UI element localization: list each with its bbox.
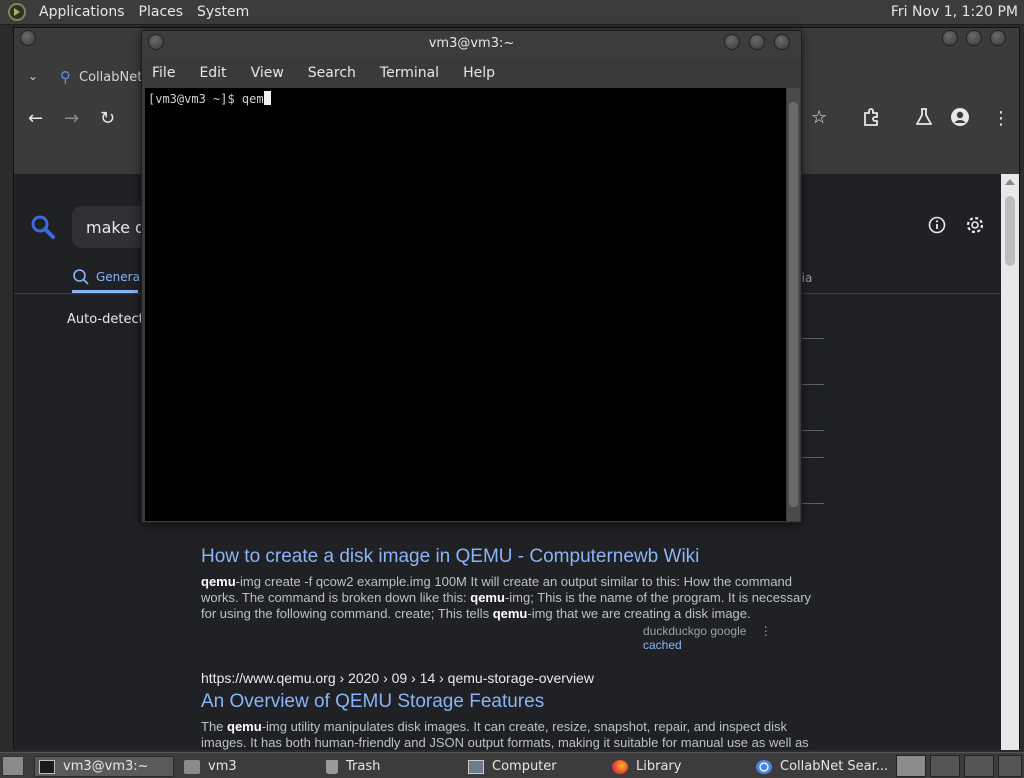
- searx-logo-icon: [30, 214, 56, 244]
- terminal-maximize-button[interactable]: [749, 34, 765, 50]
- forward-arrow-icon[interactable]: →: [64, 108, 79, 129]
- terminal-menu-button[interactable]: [148, 34, 164, 50]
- tab-label: CollabNet: [79, 69, 143, 85]
- terminal-titlebar[interactable]: vm3@vm3:~: [142, 31, 801, 59]
- result-title-link[interactable]: How to create a disk image in QEMU - Com…: [201, 546, 821, 568]
- browser-maximize-button[interactable]: [966, 30, 982, 46]
- cached-link[interactable]: cached: [643, 638, 682, 652]
- result-engines: duckduckgo google ⋮ cached: [643, 624, 772, 652]
- terminal-menubar: File Edit View Search Terminal Help: [142, 59, 801, 87]
- engine-list: duckduckgo google: [643, 624, 747, 638]
- taskbar-item-label: Library: [636, 759, 682, 774]
- workspace-1[interactable]: [896, 755, 926, 777]
- labs-flask-icon[interactable]: [915, 108, 933, 131]
- clock[interactable]: Fri Nov 1, 1:20 PM: [891, 4, 1018, 20]
- chrome-icon: [756, 759, 772, 774]
- terminal-prompt-line: [vm3@vm3 ~]$ qem: [148, 91, 271, 106]
- workspace-3[interactable]: [964, 755, 994, 777]
- taskbar-item-label: Computer: [492, 759, 557, 774]
- extensions-icon[interactable]: [862, 108, 880, 131]
- page-scrollbar[interactable]: [1001, 174, 1019, 750]
- menu-file[interactable]: File: [152, 65, 175, 81]
- back-arrow-icon[interactable]: ←: [28, 108, 43, 129]
- taskbar-item-label: Trash: [346, 759, 381, 774]
- terminal-scrollbar-thumb[interactable]: [789, 102, 798, 507]
- text-cursor: [263, 91, 271, 105]
- taskbar-item-trash[interactable]: Trash: [322, 756, 460, 777]
- prompt-text: [vm3@vm3 ~]$ qem: [148, 92, 264, 106]
- menu-help[interactable]: Help: [463, 65, 495, 81]
- tab-search-icon[interactable]: ⌄: [28, 69, 38, 83]
- scrollbar-thumb[interactable]: [1005, 196, 1015, 266]
- places-menu[interactable]: Places: [132, 4, 191, 20]
- terminal-scrollbar[interactable]: [787, 88, 800, 521]
- reload-icon[interactable]: ↻: [100, 108, 115, 129]
- taskbar-item-library[interactable]: Library: [608, 756, 750, 777]
- browser-menu-button[interactable]: [20, 30, 36, 46]
- taskbar-item-label: vm3@vm3:~: [63, 759, 149, 774]
- show-desktop-icon[interactable]: [2, 756, 24, 776]
- taskbar-item-terminal[interactable]: vm3@vm3:~: [34, 756, 174, 777]
- firefox-icon: [612, 759, 628, 774]
- menu-search[interactable]: Search: [308, 65, 356, 81]
- browser-minimize-button[interactable]: [942, 30, 958, 46]
- folder-icon: [184, 759, 200, 774]
- result-title-link[interactable]: An Overview of QEMU Storage Features: [201, 691, 821, 713]
- trash-icon: [326, 759, 338, 774]
- bookmark-star-icon[interactable]: ☆: [811, 107, 827, 128]
- taskbar-item-label: vm3: [208, 759, 237, 774]
- terminal-close-button[interactable]: [774, 34, 790, 50]
- taskbar-item-vm3-folder[interactable]: vm3: [180, 756, 315, 777]
- menu-view[interactable]: View: [251, 65, 284, 81]
- terminal-minimize-button[interactable]: [724, 34, 740, 50]
- top-panel: Applications Places System Fri Nov 1, 1:…: [0, 0, 1024, 25]
- workspace-2[interactable]: [930, 755, 960, 777]
- terminal-title: vm3@vm3:~: [428, 36, 515, 51]
- profile-avatar-icon[interactable]: [950, 107, 970, 132]
- result-snippet: The qemu-img utility manipulates disk im…: [201, 719, 809, 750]
- taskbar-item-collabnet[interactable]: CollabNet Sear...: [752, 756, 892, 777]
- result-url[interactable]: https://www.qemu.org › 2020 › 09 › 14 › …: [201, 670, 821, 686]
- applications-menu[interactable]: Applications: [32, 4, 132, 20]
- result-snippet: qemu-img create -f qcow2 example.img 100…: [201, 574, 812, 621]
- scroll-up-arrow-icon[interactable]: [1005, 179, 1015, 185]
- menu-terminal[interactable]: Terminal: [380, 65, 439, 81]
- bottom-taskbar: vm3@vm3:~ vm3 Trash Computer Library Col…: [0, 752, 1024, 778]
- menu-edit[interactable]: Edit: [199, 65, 226, 81]
- workspace-4[interactable]: [998, 755, 1022, 777]
- search-icon: [73, 269, 89, 285]
- terminal-icon: [39, 759, 55, 774]
- terminal-screen[interactable]: [vm3@vm3 ~]$ qem: [145, 88, 786, 521]
- search-result: How to create a disk image in QEMU - Com…: [201, 546, 821, 652]
- category-general-tab[interactable]: General: [72, 268, 143, 286]
- settings-gear-icon[interactable]: [965, 215, 985, 239]
- category-general-label: General: [96, 270, 144, 284]
- system-menu[interactable]: System: [190, 4, 256, 20]
- taskbar-item-computer[interactable]: Computer: [464, 756, 602, 777]
- search-result: https://www.qemu.org › 2020 › 09 › 14 › …: [201, 670, 821, 750]
- more-menu-icon[interactable]: ⋮: [992, 108, 1010, 129]
- distro-logo-icon[interactable]: [8, 3, 26, 21]
- taskbar-item-label: CollabNet Sear...: [780, 759, 889, 774]
- browser-close-button[interactable]: [990, 30, 1006, 46]
- info-icon[interactable]: [928, 216, 946, 238]
- computer-icon: [468, 759, 484, 774]
- terminal-window: vm3@vm3:~ File Edit View Search Terminal…: [141, 30, 802, 523]
